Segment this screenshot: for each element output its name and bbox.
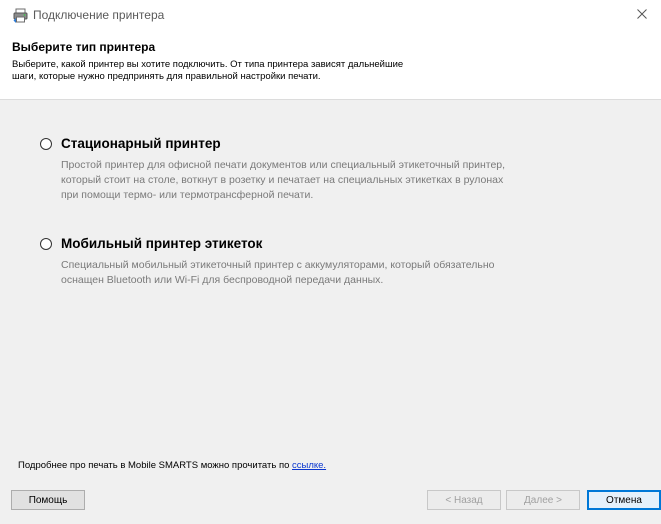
more-info-text: Подробнее про печать в Mobile SMARTS мож… [18, 460, 293, 471]
more-info-note: Подробнее про печать в Mobile SMARTS мож… [18, 460, 326, 471]
description-line: Специальный мобильный этикеточный принте… [61, 259, 495, 271]
title-bar: Подключение принтера [0, 0, 661, 30]
wizard-body: Стационарный принтер Простой принтер для… [0, 100, 661, 476]
button-bar: Помощь < Назад Далее > Отмена [0, 476, 661, 524]
description-line: оснащен Bluetooth или Wi-Fi для беспрово… [61, 274, 384, 286]
page-description: Выберите, какой принтер вы хотите подклю… [12, 59, 492, 83]
mobile-printer-radio[interactable] [40, 238, 52, 250]
cancel-button[interactable]: Отмена [587, 490, 661, 510]
page-description-line: шаги, которые нужно предпринять для прав… [12, 71, 321, 82]
next-button[interactable]: Далее > [506, 490, 580, 510]
stationary-printer-radio[interactable] [40, 138, 52, 150]
close-button[interactable] [623, 0, 661, 30]
mobile-printer-label[interactable]: Мобильный принтер этикеток [61, 236, 262, 251]
description-line: который стоит на столе, воткнут в розетк… [61, 174, 504, 186]
close-icon [637, 6, 647, 24]
window-title: Подключение принтера [33, 8, 165, 22]
description-line: Простой принтер для офисной печати докум… [61, 159, 506, 171]
stationary-printer-label[interactable]: Стационарный принтер [61, 136, 221, 151]
printer-connection-dialog: Подключение принтера Выберите тип принте… [0, 0, 661, 524]
description-line: при помощи термо- или термотрансферной п… [61, 189, 314, 201]
wizard-header: Выберите тип принтера Выберите, какой пр… [0, 30, 661, 100]
more-info-link[interactable]: ссылке. [292, 460, 326, 471]
printer-app-icon [13, 8, 28, 23]
help-button[interactable]: Помощь [11, 490, 85, 510]
stationary-printer-description: Простой принтер для офисной печати докум… [61, 158, 621, 203]
back-button[interactable]: < Назад [427, 490, 501, 510]
mobile-printer-description: Специальный мобильный этикеточный принте… [61, 258, 621, 288]
page-title: Выберите тип принтера [12, 40, 156, 54]
page-description-line: Выберите, какой принтер вы хотите подклю… [12, 59, 404, 70]
